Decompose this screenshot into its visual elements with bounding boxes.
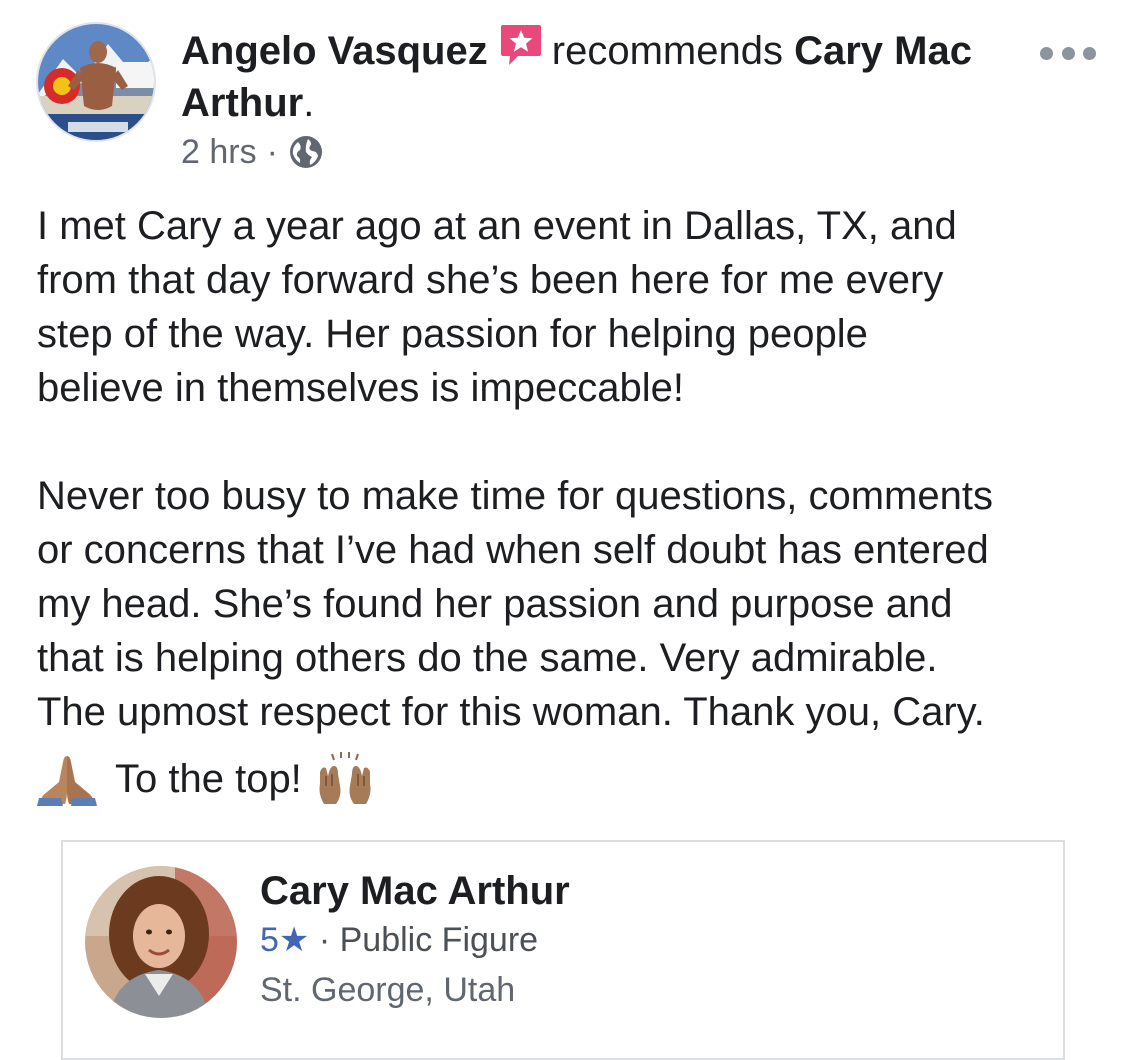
page-location: St. George, Utah <box>260 971 516 1009</box>
dot-icon <box>1061 46 1075 60</box>
author-avatar[interactable] <box>36 22 156 142</box>
post-meta: 2 hrs · <box>181 130 324 174</box>
page-category: Public Figure <box>339 921 539 959</box>
closing-text: To the top! <box>115 756 302 801</box>
page-card-name[interactable]: Cary Mac Arthur <box>260 866 570 916</box>
recommended-page-card[interactable]: Cary Mac Arthur 5★ · Public Figure St. G… <box>61 840 1065 1060</box>
header-period: . <box>303 81 315 125</box>
action-text: recommends <box>551 29 783 73</box>
post-closing-line: To the top! <box>37 752 376 806</box>
page-profile-photo[interactable] <box>85 866 237 1018</box>
dot-icon <box>1040 46 1053 60</box>
dot-icon <box>1083 46 1096 60</box>
meta-separator: · <box>266 133 278 171</box>
post-text-paragraph-2: Never too busy to make time for question… <box>37 474 993 734</box>
recommendation-star-icon <box>498 22 544 68</box>
page-card-details: 5★ · Public Figure <box>260 918 538 962</box>
post-timestamp[interactable]: 2 hrs <box>181 130 257 174</box>
page-rating: 5★ <box>260 921 310 959</box>
recommendation-post: Angelo Vasquez recommends Cary Mac Arthu… <box>0 0 1125 1060</box>
post-header: Angelo Vasquez recommends Cary Mac Arthu… <box>181 22 981 129</box>
raising-hands-emoji-icon <box>314 752 376 806</box>
page-card-separator: · <box>318 921 331 959</box>
author-name[interactable]: Angelo Vasquez <box>181 29 488 73</box>
globe-icon[interactable] <box>288 134 324 170</box>
folded-hands-emoji-icon <box>37 752 97 806</box>
more-options-button[interactable] <box>1040 38 1096 68</box>
post-text-paragraph-1: I met Cary a year ago at an event in Dal… <box>37 204 957 410</box>
